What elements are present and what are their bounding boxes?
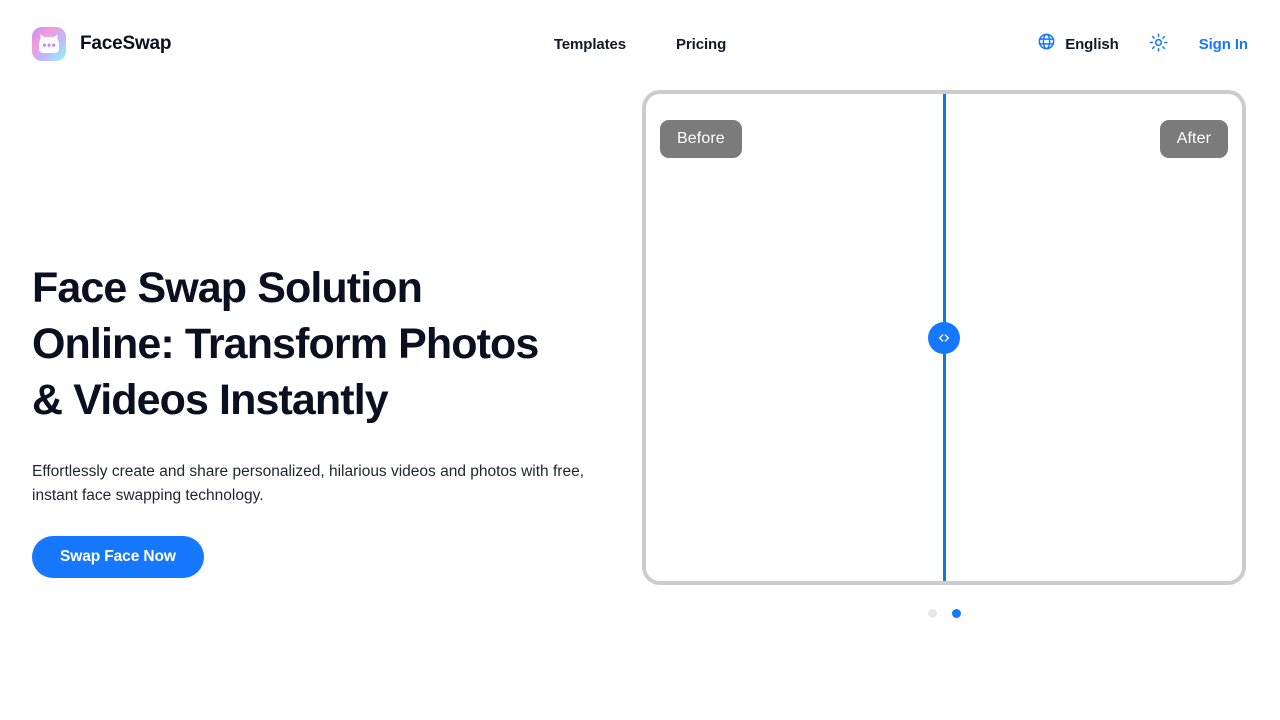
compare-slider-handle[interactable] — [928, 321, 960, 354]
language-label: English — [1065, 35, 1119, 53]
before-badge: Before — [660, 120, 742, 158]
hero-section: Face Swap Solution Online: Transform Pho… — [0, 88, 1280, 720]
sign-in-link[interactable]: Sign In — [1199, 36, 1248, 53]
nav-link-pricing[interactable]: Pricing — [676, 36, 726, 53]
hero-copy: Face Swap Solution Online: Transform Pho… — [32, 88, 632, 720]
cat-face-logo-icon — [32, 27, 66, 61]
carousel-dot-1[interactable] — [927, 609, 937, 618]
before-after-compare-frame[interactable]: Before After — [642, 90, 1246, 585]
after-badge: After — [1159, 120, 1228, 158]
nav-link-templates[interactable]: Templates — [554, 36, 626, 53]
hero-subtitle: Effortlessly create and share personaliz… — [32, 463, 584, 504]
header-actions: English Sign In — [1037, 32, 1248, 56]
brand-name: FaceSwap — [80, 33, 172, 54]
carousel-dot-2[interactable] — [951, 609, 961, 618]
before-image-pane: Before — [646, 94, 944, 581]
before-after-carousel: Before After — [632, 88, 1256, 720]
language-selector[interactable]: English — [1037, 32, 1119, 56]
chevron-left-right-icon — [936, 330, 952, 346]
theme-toggle-button[interactable] — [1147, 32, 1171, 56]
page-title: Face Swap Solution Online: Transform Pho… — [32, 264, 539, 424]
primary-nav: Templates Pricing — [554, 36, 726, 53]
globe-icon — [1037, 32, 1056, 56]
carousel-pagination — [642, 609, 1246, 618]
swap-face-now-button[interactable]: Swap Face Now — [32, 536, 204, 578]
sun-icon — [1149, 33, 1168, 55]
brand-logo-link[interactable]: FaceSwap — [32, 27, 172, 61]
site-header: FaceSwap Templates Pricing English Sign … — [0, 0, 1280, 88]
after-image-pane: After — [944, 94, 1242, 581]
